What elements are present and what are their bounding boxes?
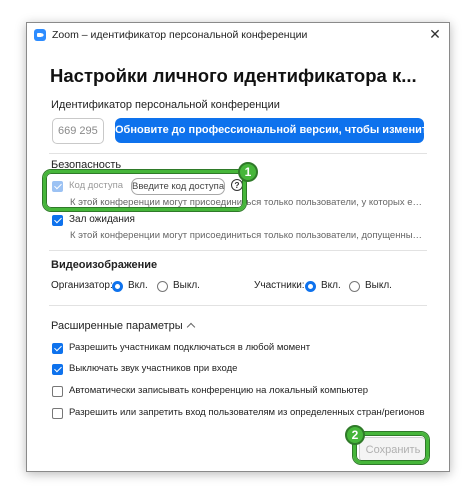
host-video-off-label: Выкл. — [173, 280, 200, 291]
participants-video-off-label: Выкл. — [365, 280, 392, 291]
highlight-box-1 — [43, 170, 246, 211]
participants-video-on-label: Вкл. — [321, 280, 341, 291]
host-video-on-radio[interactable] — [112, 281, 123, 292]
waiting-room-description: К этой конференции могут присоединиться … — [70, 230, 424, 241]
divider — [49, 305, 427, 306]
annotation-badge-2: 2 — [345, 425, 365, 445]
pmi-label: Идентификатор персональной конференции — [51, 99, 280, 111]
pmi-value-field: 669 295 — [52, 118, 104, 144]
host-video-label: Организатор: — [51, 280, 113, 291]
chevron-up-icon[interactable] — [186, 322, 196, 332]
upgrade-button[interactable]: Обновите до профессиональной версии, что… — [115, 118, 434, 143]
video-section-title: Видеоизображение — [51, 259, 158, 271]
region-restrict-label: Разрешить или запретить вход пользовател… — [69, 407, 425, 418]
annotation-badge-1: 1 — [238, 162, 258, 182]
divider — [49, 153, 427, 154]
page-title: Настройки личного идентификатора к... — [50, 65, 417, 86]
title-bar: Zoom – идентификатор персональной конфер… — [27, 23, 449, 47]
host-video-off-radio[interactable] — [157, 281, 168, 292]
divider — [49, 250, 427, 251]
join-anytime-checkbox[interactable] — [52, 343, 63, 354]
participants-video-off-radio[interactable] — [349, 281, 360, 292]
region-restrict-checkbox[interactable] — [52, 408, 63, 419]
auto-record-checkbox[interactable] — [52, 386, 63, 397]
advanced-section-title[interactable]: Расширенные параметры — [51, 320, 183, 332]
mute-on-entry-label: Выключать звук участников при входе — [69, 363, 238, 374]
host-video-on-label: Вкл. — [128, 280, 148, 291]
join-anytime-label: Разрешить участникам подключаться в любо… — [69, 342, 311, 353]
window-title: Zoom – идентификатор персональной конфер… — [52, 29, 308, 41]
participants-video-label: Участники: — [254, 280, 305, 291]
waiting-room-label: Зал ожидания — [69, 214, 135, 225]
participants-video-on-radio[interactable] — [305, 281, 316, 292]
zoom-app-icon — [34, 29, 46, 41]
mute-on-entry-checkbox[interactable] — [52, 364, 63, 375]
close-icon[interactable]: ✕ — [427, 26, 443, 42]
auto-record-label: Автоматически записывать конференцию на … — [69, 385, 369, 396]
waiting-room-checkbox[interactable] — [52, 215, 63, 226]
pmi-settings-window: Zoom – идентификатор персональной конфер… — [26, 22, 450, 472]
